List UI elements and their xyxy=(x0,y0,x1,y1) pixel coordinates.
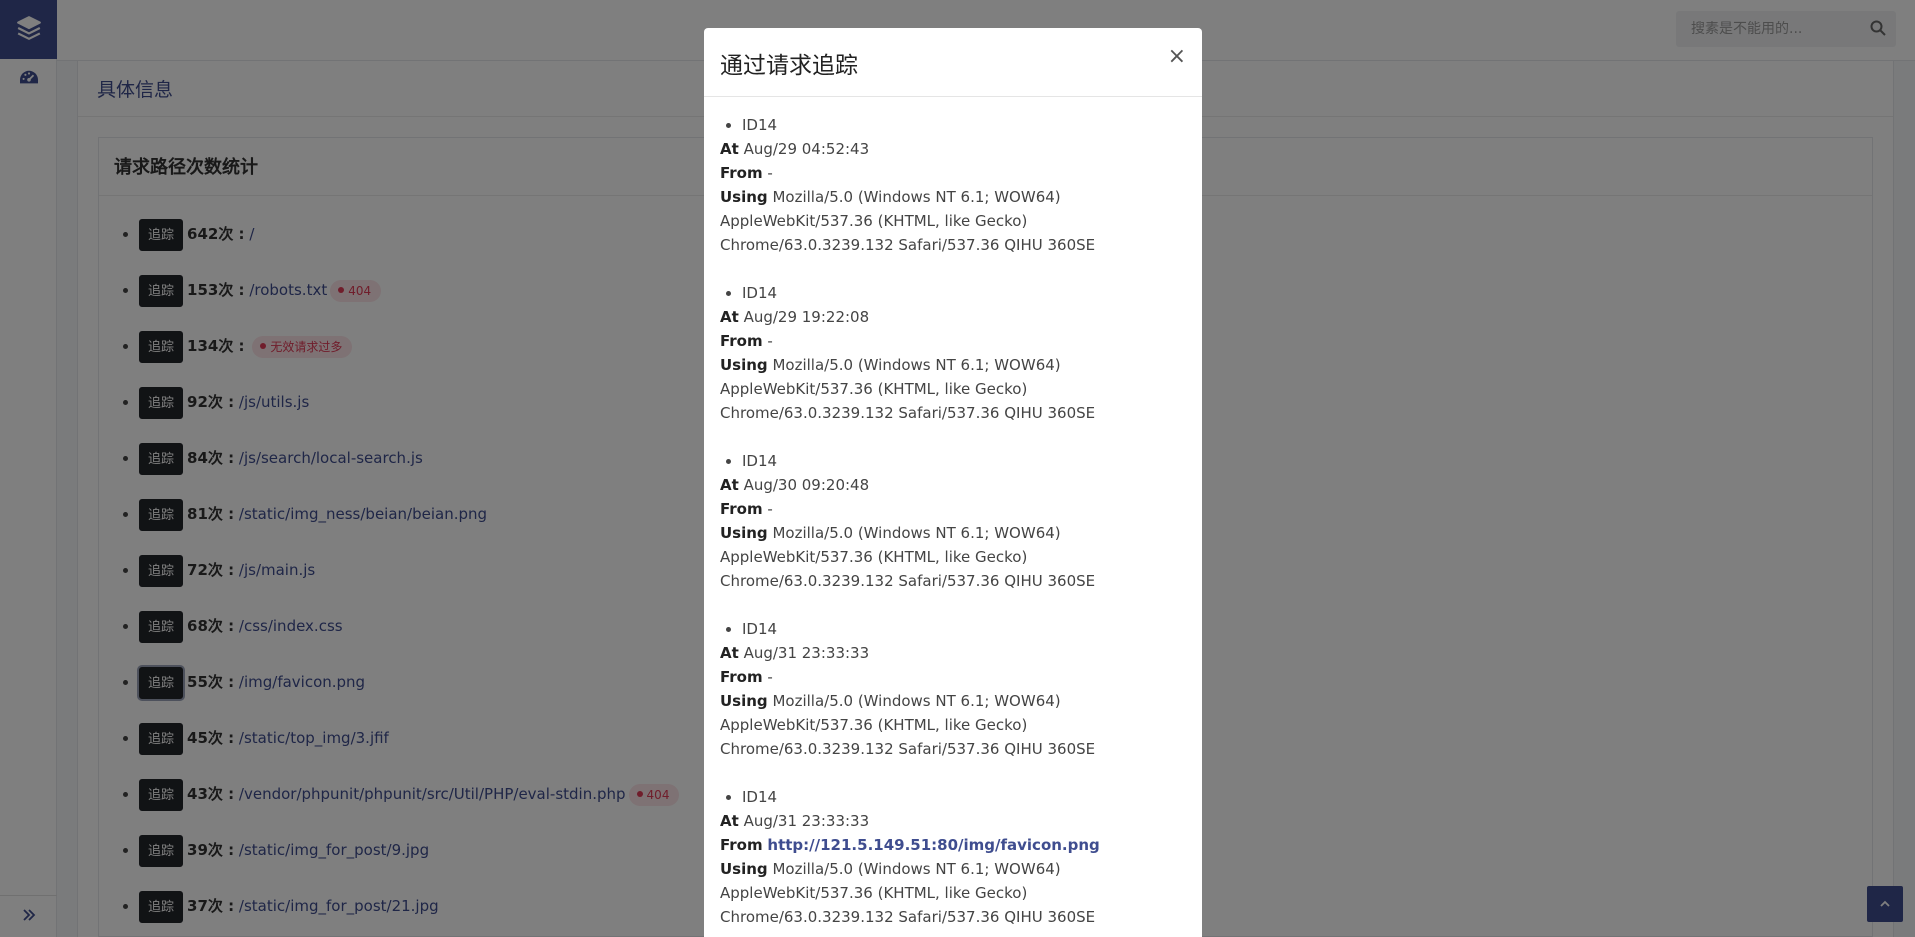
user-agent-line: AppleWebKit/537.36 (KHTML, like Gecko) xyxy=(720,212,1028,230)
from-label: From xyxy=(720,836,763,854)
using-value: Mozilla/5.0 (Windows NT 6.1; WOW64) xyxy=(772,188,1061,206)
from-label: From xyxy=(720,668,763,686)
from-row: From http://121.5.149.51:80/img/favicon.… xyxy=(720,833,1186,857)
entry-id-list: ID14 xyxy=(720,449,1186,473)
user-agent-line: AppleWebKit/537.36 (KHTML, like Gecko) xyxy=(720,716,1028,734)
using-value: Mozilla/5.0 (Windows NT 6.1; WOW64) xyxy=(772,524,1061,542)
using-label: Using xyxy=(720,356,768,374)
modal-header: 通过请求追踪 × xyxy=(704,28,1202,97)
at-row: At Aug/31 23:33:33 xyxy=(720,641,1186,665)
using-row: Using Mozilla/5.0 (Windows NT 6.1; WOW64… xyxy=(720,857,1186,881)
entry-id: ID14 xyxy=(742,449,1186,473)
using-label: Using xyxy=(720,692,768,710)
entry-id: ID14 xyxy=(742,113,1186,137)
at-row: At Aug/30 09:20:48 xyxy=(720,473,1186,497)
from-row: From - xyxy=(720,161,1186,185)
using-row: Using Mozilla/5.0 (Windows NT 6.1; WOW64… xyxy=(720,185,1186,209)
from-row: From - xyxy=(720,329,1186,353)
user-agent-line: Chrome/63.0.3239.132 Safari/537.36 QIHU … xyxy=(720,404,1096,422)
using-label: Using xyxy=(720,524,768,542)
user-agent-line: AppleWebKit/537.36 (KHTML, like Gecko) xyxy=(720,380,1028,398)
at-row: At Aug/31 23:33:33 xyxy=(720,809,1186,833)
trace-entry: ID14At Aug/31 23:33:33From -Using Mozill… xyxy=(720,617,1186,761)
entry-id: ID14 xyxy=(742,617,1186,641)
at-label: At xyxy=(720,140,739,158)
modal-body: ID14At Aug/29 04:52:43From -Using Mozill… xyxy=(704,97,1202,937)
from-value: - xyxy=(767,332,773,350)
from-label: From xyxy=(720,500,763,518)
entry-id-list: ID14 xyxy=(720,281,1186,305)
at-value: Aug/30 09:20:48 xyxy=(743,476,870,494)
entry-id-list: ID14 xyxy=(720,617,1186,641)
trace-entry: ID14At Aug/30 09:20:48From -Using Mozill… xyxy=(720,449,1186,593)
from-label: From xyxy=(720,332,763,350)
user-agent-line: Chrome/63.0.3239.132 Safari/537.36 QIHU … xyxy=(720,572,1096,590)
at-row: At Aug/29 04:52:43 xyxy=(720,137,1186,161)
at-label: At xyxy=(720,644,739,662)
from-value: - xyxy=(767,164,773,182)
user-agent-line: AppleWebKit/537.36 (KHTML, like Gecko) xyxy=(720,884,1028,902)
close-icon[interactable]: × xyxy=(1168,46,1186,68)
from-row: From - xyxy=(720,665,1186,689)
using-value: Mozilla/5.0 (Windows NT 6.1; WOW64) xyxy=(772,692,1061,710)
at-value: Aug/29 19:22:08 xyxy=(743,308,870,326)
entry-id: ID14 xyxy=(742,785,1186,809)
from-value: - xyxy=(767,668,773,686)
using-label: Using xyxy=(720,188,768,206)
from-link[interactable]: http://121.5.149.51:80/img/favicon.png xyxy=(767,836,1099,854)
from-row: From - xyxy=(720,497,1186,521)
at-label: At xyxy=(720,476,739,494)
trace-entry: ID14At Aug/29 04:52:43From -Using Mozill… xyxy=(720,113,1186,257)
user-agent-line: Chrome/63.0.3239.132 Safari/537.36 QIHU … xyxy=(720,740,1096,758)
using-value: Mozilla/5.0 (Windows NT 6.1; WOW64) xyxy=(772,356,1061,374)
at-value: Aug/29 04:52:43 xyxy=(743,140,870,158)
entry-id-list: ID14 xyxy=(720,113,1186,137)
entry-id: ID14 xyxy=(742,281,1186,305)
trace-modal: 通过请求追踪 × ID14At Aug/29 04:52:43From -Usi… xyxy=(704,28,1202,937)
using-row: Using Mozilla/5.0 (Windows NT 6.1; WOW64… xyxy=(720,689,1186,713)
using-row: Using Mozilla/5.0 (Windows NT 6.1; WOW64… xyxy=(720,521,1186,545)
at-row: At Aug/29 19:22:08 xyxy=(720,305,1186,329)
using-value: Mozilla/5.0 (Windows NT 6.1; WOW64) xyxy=(772,860,1061,878)
from-label: From xyxy=(720,164,763,182)
using-row: Using Mozilla/5.0 (Windows NT 6.1; WOW64… xyxy=(720,353,1186,377)
user-agent-line: Chrome/63.0.3239.132 Safari/537.36 QIHU … xyxy=(720,236,1096,254)
at-value: Aug/31 23:33:33 xyxy=(743,644,870,662)
from-value: - xyxy=(767,500,773,518)
modal-title: 通过请求追踪 xyxy=(720,53,858,79)
user-agent-line: AppleWebKit/537.36 (KHTML, like Gecko) xyxy=(720,548,1028,566)
at-value: Aug/31 23:33:33 xyxy=(743,812,870,830)
at-label: At xyxy=(720,812,739,830)
trace-entry: ID14At Aug/31 23:33:33From http://121.5.… xyxy=(720,785,1186,929)
using-label: Using xyxy=(720,860,768,878)
entry-id-list: ID14 xyxy=(720,785,1186,809)
user-agent-line: Chrome/63.0.3239.132 Safari/537.36 QIHU … xyxy=(720,908,1096,926)
at-label: At xyxy=(720,308,739,326)
trace-entry: ID14At Aug/29 19:22:08From -Using Mozill… xyxy=(720,281,1186,425)
